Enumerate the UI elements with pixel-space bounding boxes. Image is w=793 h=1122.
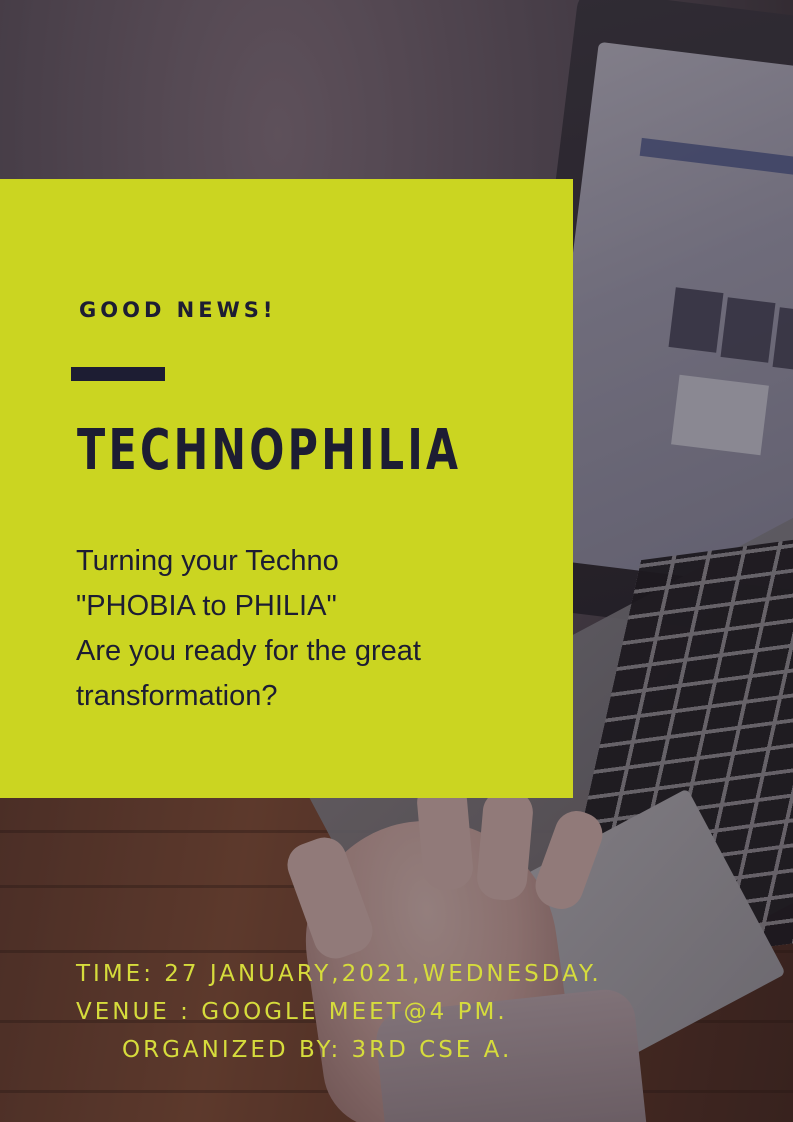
tagline-line: "PHOBIA to PHILIA": [76, 590, 337, 622]
event-title: TECHNOPHILIA: [77, 418, 462, 483]
tagline-line: transformation?: [76, 680, 278, 712]
event-venue: VENUE : GOOGLE MEET@4 PM.: [76, 999, 508, 1025]
event-details: TIME: 27 JANUARY,2021,WEDNESDAY. VENUE :…: [76, 955, 602, 1069]
event-organizer: ORGANIZED BY: 3RD CSE A.: [122, 1037, 513, 1063]
tagline-line: Turning your Techno: [76, 545, 339, 577]
kicker-text: GOOD NEWS!: [79, 298, 277, 322]
accent-rule: [71, 367, 165, 381]
tagline-line: Are you ready for the great: [76, 635, 421, 667]
tagline: Turning your Techno "PHOBIA to PHILIA" A…: [76, 539, 421, 719]
event-time: TIME: 27 JANUARY,2021,WEDNESDAY.: [76, 961, 602, 987]
